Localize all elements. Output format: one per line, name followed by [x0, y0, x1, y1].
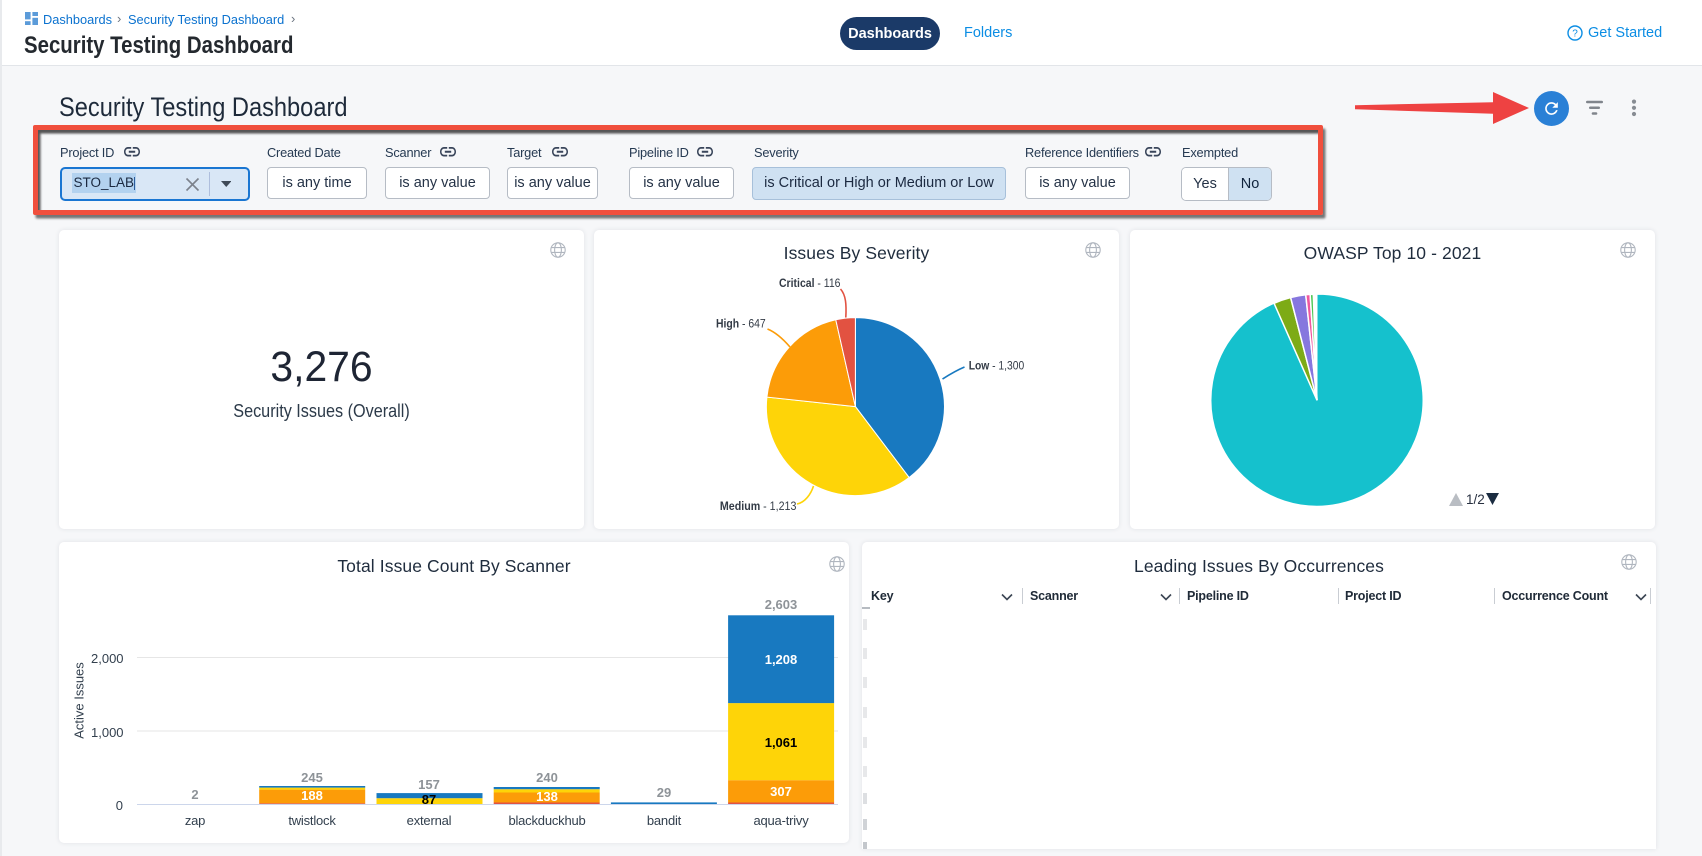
- svg-text:Critical - 116: Critical - 116: [779, 276, 841, 290]
- svg-text:Medium - 1,213: Medium - 1,213: [720, 499, 797, 513]
- svg-text:High - 647: High - 647: [716, 316, 766, 330]
- svg-text:Low - 1,300: Low - 1,300: [969, 359, 1025, 373]
- svg-text:?: ?: [1572, 29, 1578, 40]
